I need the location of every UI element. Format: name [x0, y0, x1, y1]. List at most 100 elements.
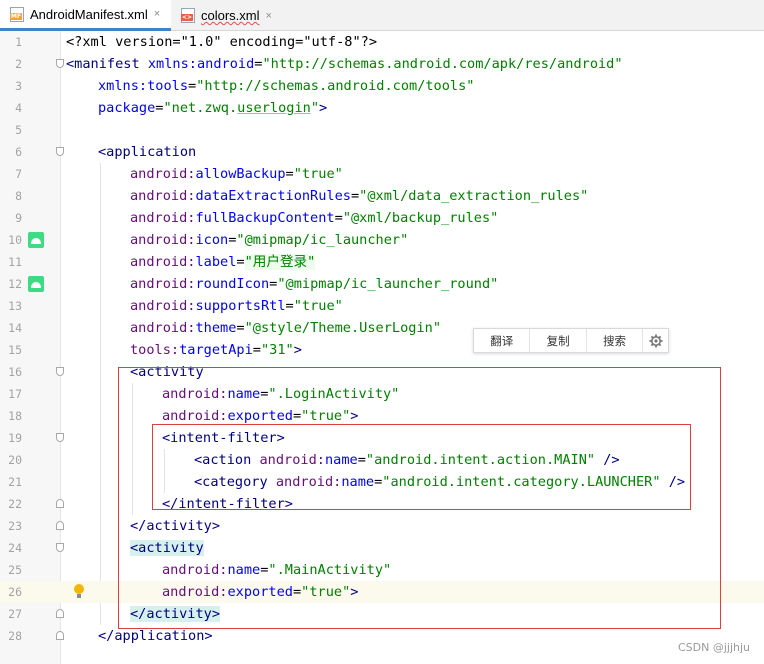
translate-button[interactable]: 翻译 [474, 329, 531, 352]
line-number: 27 [8, 607, 22, 621]
code-text: package="net.zwq.userlogin"> [98, 97, 327, 119]
line-number: 12 [8, 277, 22, 291]
value: "@mipmap/ic_launcher" [236, 232, 409, 248]
namespace: android: [130, 276, 196, 292]
value: "31" [260, 342, 294, 358]
equals: = [334, 210, 343, 226]
value: "@xml/backup_rules" [342, 210, 499, 226]
line-number: 28 [8, 629, 22, 643]
attribute: allowBackup [195, 166, 286, 182]
code-text: <application [98, 141, 196, 163]
line-number: 5 [15, 123, 22, 137]
line-number: 11 [8, 255, 22, 269]
gear-icon[interactable] [643, 329, 668, 352]
code-line: 2 <manifest xmlns:android="http://schema… [0, 53, 764, 75]
namespace: android: [130, 254, 196, 270]
close-icon[interactable]: × [154, 8, 160, 20]
fold-marker-icon[interactable] [56, 609, 64, 618]
attribute: package [98, 100, 156, 116]
copy-button[interactable]: 复制 [530, 329, 587, 352]
tab-androidmanifest[interactable]: MF AndroidManifest.xml × [0, 0, 171, 31]
fold-marker-icon[interactable] [56, 433, 64, 442]
line-number: 4 [15, 101, 22, 115]
namespace: android: [130, 188, 196, 204]
line-number: 19 [8, 431, 22, 445]
line-number: 23 [8, 519, 22, 533]
code-line: 7 android:allowBackup="true" [0, 163, 764, 185]
tab-colors[interactable]: <> colors.xml × [171, 0, 283, 31]
attribute: label [195, 254, 237, 270]
code-text: android:allowBackup="true" [130, 163, 343, 185]
equals: = [252, 342, 261, 358]
line-number: 18 [8, 409, 22, 423]
line-number: 26 [8, 585, 22, 599]
android-icon[interactable] [28, 276, 44, 292]
fold-marker-icon[interactable] [56, 59, 64, 68]
line-number: 13 [8, 299, 22, 313]
line-number: 1 [15, 35, 22, 49]
line-number: 10 [8, 233, 22, 247]
line-number: 3 [15, 79, 22, 93]
tab-label: colors.xml [201, 8, 260, 23]
code-text: android:icon="@mipmap/ic_launcher" [130, 229, 408, 251]
value: "@xml/data_extraction_rules" [359, 188, 589, 204]
equals: = [285, 298, 294, 314]
attribute: xmlns:tools [98, 78, 189, 94]
namespace: android: [130, 232, 196, 248]
equals: = [188, 78, 197, 94]
attribute: targetApi [179, 342, 253, 358]
code-line: 5 [0, 119, 764, 141]
namespace: android: [130, 298, 196, 314]
code-line: 12 android:roundIcon="@mipmap/ic_launche… [0, 273, 764, 295]
code-line: 6 <application [0, 141, 764, 163]
code-text: android:fullBackupContent="@xml/backup_r… [130, 207, 498, 229]
xml-declaration: <?xml version="1.0" encoding="utf-8"?> [66, 34, 377, 50]
editor-tab-bar: MF AndroidManifest.xml × <> colors.xml × [0, 0, 764, 31]
close-icon[interactable]: × [266, 10, 272, 22]
tag: </application> [98, 628, 213, 644]
code-line: 13 android:supportsRtl="true" [0, 295, 764, 317]
line-number: 24 [8, 541, 22, 555]
line-number: 15 [8, 343, 22, 357]
namespace: android: [130, 166, 196, 182]
value: "@style/Theme.UserLogin" [244, 320, 442, 336]
fold-marker-icon[interactable] [56, 631, 64, 640]
attribute: dataExtractionRules [195, 188, 351, 204]
value: "true" [293, 166, 343, 182]
code-text: <?xml version="1.0" encoding="utf-8"?> [66, 31, 377, 53]
search-button[interactable]: 搜索 [587, 329, 644, 352]
line-number: 14 [8, 321, 22, 335]
fold-marker-icon[interactable] [56, 147, 64, 156]
code-line: 10 android:icon="@mipmap/ic_launcher" [0, 229, 764, 251]
line-number: 21 [8, 475, 22, 489]
code-text: android:roundIcon="@mipmap/ic_launcher_r… [130, 273, 498, 295]
attribute: icon [195, 232, 229, 248]
tab-label: AndroidManifest.xml [30, 6, 148, 22]
code-line: 4 package="net.zwq.userlogin"> [0, 97, 764, 119]
fold-marker-icon[interactable] [56, 521, 64, 530]
annotation-box-intent-filter [152, 424, 691, 510]
attribute: supportsRtl [195, 298, 286, 314]
android-icon[interactable] [28, 232, 44, 248]
line-number: 2 [15, 57, 22, 71]
namespace: android: [130, 210, 196, 226]
code-line: 11 android:label="用户登录" [0, 251, 764, 273]
tag: <application [98, 144, 197, 160]
tag: > [293, 342, 302, 358]
line-number: 6 [15, 145, 22, 159]
fold-marker-icon[interactable] [56, 543, 64, 552]
equals: = [350, 188, 360, 204]
value: "net.zwq. [163, 100, 238, 116]
manifest-file-icon: MF [10, 6, 24, 22]
value: "http://schemas.android.com/apk/res/andr… [262, 56, 623, 72]
code-line: 9 android:fullBackupContent="@xml/backup… [0, 207, 764, 229]
fold-marker-icon[interactable] [56, 499, 64, 508]
fold-marker-icon[interactable] [56, 367, 64, 376]
attribute: theme [195, 320, 237, 336]
namespace: tools: [130, 342, 180, 358]
selection-popup-toolbar: 翻译 复制 搜索 [473, 328, 669, 353]
value: "用户登录" [244, 254, 316, 270]
lightbulb-icon[interactable] [74, 584, 84, 600]
attribute: fullBackupContent [195, 210, 335, 226]
value: " [310, 100, 320, 116]
